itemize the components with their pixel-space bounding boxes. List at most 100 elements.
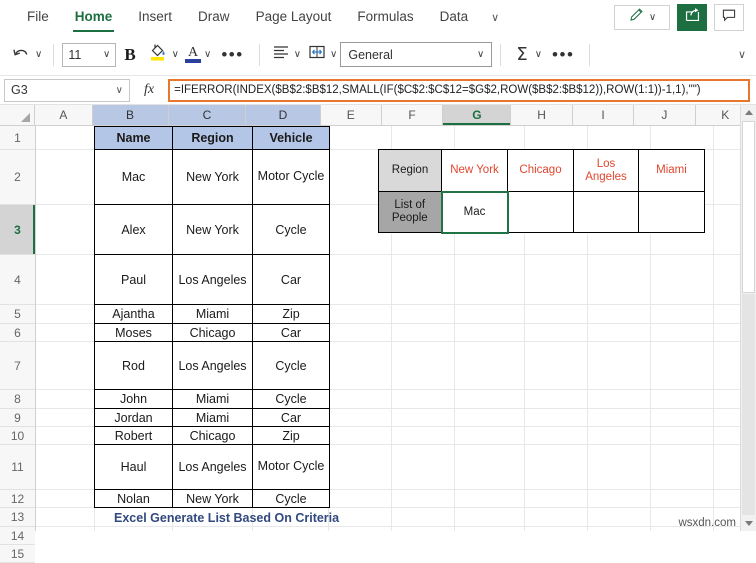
- cell-vehicle[interactable]: Zip: [252, 304, 330, 324]
- column-header-A[interactable]: A: [35, 105, 93, 125]
- result-region-new-york[interactable]: New York: [441, 149, 508, 192]
- cell-vehicle[interactable]: Motor Cycle: [252, 149, 330, 205]
- row-header-3[interactable]: 3: [0, 205, 35, 255]
- row-header-12[interactable]: 12: [0, 490, 35, 508]
- row-header-14[interactable]: 14: [0, 527, 35, 545]
- cell-region[interactable]: Miami: [172, 389, 253, 409]
- font-color-button[interactable]: A ∨: [182, 40, 214, 70]
- fill-color-button[interactable]: ∨: [144, 40, 182, 70]
- tab-data[interactable]: Data: [427, 0, 482, 34]
- row-header-1[interactable]: 1: [0, 126, 35, 150]
- cell-region[interactable]: Los Angeles: [172, 444, 253, 490]
- vertical-scrollbar[interactable]: [740, 105, 756, 531]
- cell-name[interactable]: Haul: [94, 444, 173, 490]
- merge-cells-button[interactable]: ∨: [304, 40, 340, 70]
- cell-region[interactable]: New York: [172, 489, 253, 508]
- column-header-H[interactable]: H: [511, 105, 573, 125]
- tab-file[interactable]: File: [14, 0, 62, 34]
- result-cell-J3[interactable]: [638, 191, 705, 233]
- scroll-up-button[interactable]: [741, 105, 756, 120]
- column-header-C[interactable]: C: [168, 105, 247, 125]
- cell-name[interactable]: Jordan: [94, 408, 173, 427]
- autosum-chevron-down-icon[interactable]: ∨: [535, 49, 542, 60]
- column-header-I[interactable]: I: [572, 105, 635, 125]
- table-row[interactable]: Paul Los Angeles Car: [94, 254, 330, 305]
- row-header-15[interactable]: 15: [0, 545, 35, 563]
- name-box[interactable]: G3 ∨: [4, 78, 130, 102]
- row-header-11[interactable]: 11: [0, 445, 35, 490]
- table-row[interactable]: Mac New York Motor Cycle: [94, 149, 330, 205]
- result-region-los-angeles[interactable]: Los Angeles: [573, 149, 639, 192]
- font-size-chevron-down-icon[interactable]: ∨: [103, 49, 110, 60]
- scrollbar-thumb[interactable]: [742, 121, 755, 293]
- formula-input[interactable]: =IFERROR(INDEX($B$2:$B$12,SMALL(IF($C$2:…: [168, 78, 750, 102]
- number-format-chevron-down-icon[interactable]: ∨: [477, 49, 484, 60]
- more-editing-options-button[interactable]: •••: [545, 45, 581, 65]
- column-header-D[interactable]: D: [246, 105, 321, 125]
- table-row[interactable]: Rod Los Angeles Cycle: [94, 341, 330, 390]
- scroll-down-button[interactable]: [741, 516, 756, 531]
- undo-chevron-down-icon[interactable]: ∨: [35, 49, 42, 60]
- column-header-B[interactable]: B: [92, 105, 169, 125]
- scrollbar-track[interactable]: [742, 294, 755, 515]
- insert-function-icon[interactable]: fx: [136, 82, 162, 98]
- table-row[interactable]: Haul Los Angeles Motor Cycle: [94, 444, 330, 490]
- row-header-2[interactable]: 2: [0, 150, 35, 205]
- cell-vehicle[interactable]: Cycle: [252, 389, 330, 409]
- select-all-button[interactable]: [0, 105, 36, 125]
- cells-area[interactable]: Name Region Vehicle Mac New York Motor C…: [36, 126, 756, 531]
- cell-name[interactable]: John: [94, 389, 173, 409]
- result-cell-I3[interactable]: [573, 191, 639, 233]
- table-row[interactable]: Nolan New York Cycle: [94, 489, 330, 508]
- more-tabs-chevron-down-icon[interactable]: ∨: [481, 11, 509, 24]
- result-cell-H3[interactable]: [507, 191, 574, 233]
- result-region-miami[interactable]: Miami: [638, 149, 705, 192]
- cell-region[interactable]: New York: [172, 149, 253, 205]
- cell-name[interactable]: Paul: [94, 254, 173, 305]
- tab-home[interactable]: Home: [62, 0, 126, 34]
- cell-name[interactable]: Ajantha: [94, 304, 173, 324]
- cell-name[interactable]: Moses: [94, 323, 173, 342]
- cell-vehicle[interactable]: Car: [252, 254, 330, 305]
- cell-name[interactable]: Nolan: [94, 489, 173, 508]
- merge-chevron-down-icon[interactable]: ∨: [330, 49, 337, 60]
- cell-name[interactable]: Alex: [94, 204, 173, 255]
- row-header-4[interactable]: 4: [0, 255, 35, 305]
- cell-name[interactable]: Rod: [94, 341, 173, 390]
- fill-chevron-down-icon[interactable]: ∨: [172, 49, 179, 60]
- cell-vehicle[interactable]: Zip: [252, 426, 330, 445]
- cell-region[interactable]: Chicago: [172, 323, 253, 342]
- name-box-chevron-down-icon[interactable]: ∨: [116, 85, 123, 96]
- table-row[interactable]: John Miami Cycle: [94, 389, 330, 409]
- undo-button[interactable]: ∨: [8, 40, 45, 70]
- table-row[interactable]: Alex New York Cycle: [94, 204, 330, 255]
- result-cell-G3[interactable]: Mac: [440, 190, 509, 234]
- cell-name[interactable]: Robert: [94, 426, 173, 445]
- row-header-13[interactable]: 13: [0, 508, 35, 527]
- row-header-9[interactable]: 9: [0, 409, 35, 427]
- autosum-button[interactable]: Σ ∨: [509, 40, 545, 70]
- draw-pen-button[interactable]: ∨: [614, 4, 670, 30]
- tab-draw[interactable]: Draw: [185, 0, 243, 34]
- align-chevron-down-icon[interactable]: ∨: [294, 49, 301, 60]
- more-font-options-button[interactable]: •••: [214, 45, 250, 65]
- cell-vehicle[interactable]: Motor Cycle: [252, 444, 330, 490]
- bold-button[interactable]: B: [116, 45, 143, 65]
- table-row[interactable]: Ajantha Miami Zip: [94, 304, 330, 324]
- alignment-button[interactable]: ∨: [268, 40, 304, 70]
- collapse-ribbon-chevron-down-icon[interactable]: ∨: [738, 48, 756, 61]
- font-color-chevron-down-icon[interactable]: ∨: [204, 49, 211, 60]
- column-header-E[interactable]: E: [320, 105, 382, 125]
- cell-region[interactable]: Miami: [172, 408, 253, 427]
- number-format-select[interactable]: General ∨: [340, 42, 493, 67]
- row-header-8[interactable]: 8: [0, 390, 35, 409]
- cell-region[interactable]: New York: [172, 204, 253, 255]
- cell-vehicle[interactable]: Cycle: [252, 341, 330, 390]
- comments-button[interactable]: [714, 3, 744, 31]
- font-size-input[interactable]: 11 ∨: [62, 42, 117, 67]
- table-row[interactable]: Moses Chicago Car: [94, 323, 330, 342]
- result-region-chicago[interactable]: Chicago: [507, 149, 574, 192]
- pen-chevron-down-icon[interactable]: ∨: [649, 12, 656, 23]
- tab-formulas[interactable]: Formulas: [344, 0, 426, 34]
- cell-vehicle[interactable]: Cycle: [252, 204, 330, 255]
